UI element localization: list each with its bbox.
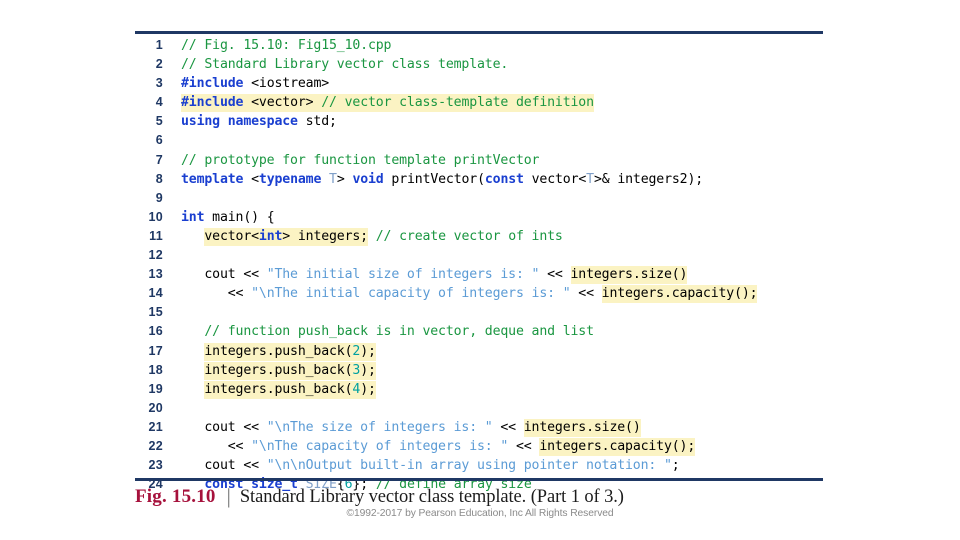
code-line-highlighted: 19 integers.push_back(4); xyxy=(135,380,835,401)
code-line-highlighted: 11 vector<int> integers; // create vecto… xyxy=(135,227,835,248)
code-line-text: cout << "The initial size of integers is… xyxy=(181,266,688,285)
code-line: 12 xyxy=(135,248,835,267)
code-line-text: << "\nThe initial capacity of integers i… xyxy=(181,285,758,304)
code-line: 10 int main() { xyxy=(135,210,835,229)
code-line-text: cout << "\n\nOutput built-in array using… xyxy=(181,458,680,474)
line-number: 7 xyxy=(155,152,163,167)
code-line: 3 #include <iostream> xyxy=(135,76,835,95)
line-number: 11 xyxy=(149,228,163,243)
top-divider-rule xyxy=(135,31,823,34)
code-line-text: integers.push_back(4); xyxy=(204,380,376,399)
code-line: 6 xyxy=(135,133,835,152)
code-line-highlighted: 21 cout << "\nThe size of integers is: "… xyxy=(135,418,835,439)
code-line-highlighted: 14 << "\nThe initial capacity of integer… xyxy=(135,285,835,305)
line-number: 14 xyxy=(148,286,163,301)
code-line-text: #include <iostream> xyxy=(181,76,330,92)
line-number: 23 xyxy=(148,458,163,473)
line-number: 4 xyxy=(155,95,163,110)
slide-canvas: 1 // Fig. 15.10: Fig15_10.cpp 2 // Stand… xyxy=(0,0,960,540)
code-line: 7 // prototype for function template pri… xyxy=(135,153,835,172)
line-number: 6 xyxy=(155,133,163,148)
line-number: 8 xyxy=(155,171,163,186)
figure-caption-text: Standard Library vector class template. … xyxy=(239,487,624,507)
code-line-text: template <typename T> void printVector(c… xyxy=(181,171,704,187)
code-line-highlighted: 18 integers.push_back(3); xyxy=(135,361,835,382)
code-line-highlighted: 13 cout << "The initial size of integers… xyxy=(135,266,835,286)
code-line: 9 xyxy=(135,191,835,210)
code-listing: 1 // Fig. 15.10: Fig15_10.cpp 2 // Stand… xyxy=(135,38,835,496)
line-number: 17 xyxy=(148,343,163,358)
line-number: 13 xyxy=(148,267,163,282)
line-number: 12 xyxy=(148,248,163,263)
code-line-text: #include <vector> // vector class-templa… xyxy=(181,94,594,113)
code-line: 20 xyxy=(135,401,835,420)
line-number: 20 xyxy=(148,400,163,415)
code-line-text: vector<int> integers; // create vector o… xyxy=(204,227,563,246)
code-line: 15 xyxy=(135,305,835,324)
line-number: 16 xyxy=(148,324,163,339)
code-line-text: int main() { xyxy=(181,209,275,225)
line-number: 2 xyxy=(155,57,163,72)
line-number: 18 xyxy=(148,362,163,377)
code-line: 5 using namespace std; xyxy=(135,114,835,133)
line-number: 19 xyxy=(148,381,163,396)
line-number: 21 xyxy=(148,419,163,434)
code-line-text: << "\nThe capacity of integers is: " << … xyxy=(181,437,696,456)
line-number: 3 xyxy=(155,76,163,91)
code-line-text: using namespace std; xyxy=(181,114,337,130)
code-line-text: // Standard Library vector class templat… xyxy=(181,57,509,73)
code-line: 1 // Fig. 15.10: Fig15_10.cpp xyxy=(135,38,835,57)
line-number: 9 xyxy=(155,190,163,205)
code-line-text: integers.push_back(3); xyxy=(204,361,376,380)
code-line-highlighted: 4 #include <vector> // vector class-temp… xyxy=(135,94,835,114)
code-line-text: integers.push_back(2); xyxy=(204,342,376,361)
code-line-highlighted: 17 integers.push_back(2); xyxy=(135,342,835,363)
code-line: 23 cout << "\n\nOutput built-in array us… xyxy=(135,458,835,477)
code-line: 8 template <typename T> void printVector… xyxy=(135,172,835,191)
line-number: 10 xyxy=(148,209,163,224)
code-line: 2 // Standard Library vector class templ… xyxy=(135,57,835,76)
bottom-divider-rule xyxy=(135,478,823,481)
code-line-text: // prototype for function template print… xyxy=(181,152,540,168)
line-number: 1 xyxy=(155,38,163,52)
line-number: 5 xyxy=(155,114,163,129)
line-number: 22 xyxy=(148,438,163,453)
code-line: 16 // function push_back is in vector, d… xyxy=(135,324,835,343)
copyright-notice: ©1992-2017 by Pearson Education, Inc All… xyxy=(346,508,614,519)
code-line-text: // function push_back is in vector, dequ… xyxy=(204,324,594,340)
code-line-highlighted: 22 << "\nThe capacity of integers is: " … xyxy=(135,437,835,458)
caption-separator: | xyxy=(226,484,231,508)
code-line-text: // Fig. 15.10: Fig15_10.cpp xyxy=(181,38,392,53)
figure-label: Fig. 15.10 xyxy=(135,486,216,507)
figure-caption-row: Fig. 15.10 | Standard Library vector cla… xyxy=(135,485,624,508)
code-line-text: cout << "\nThe size of integers is: " <<… xyxy=(181,418,641,437)
line-number: 15 xyxy=(148,305,163,320)
